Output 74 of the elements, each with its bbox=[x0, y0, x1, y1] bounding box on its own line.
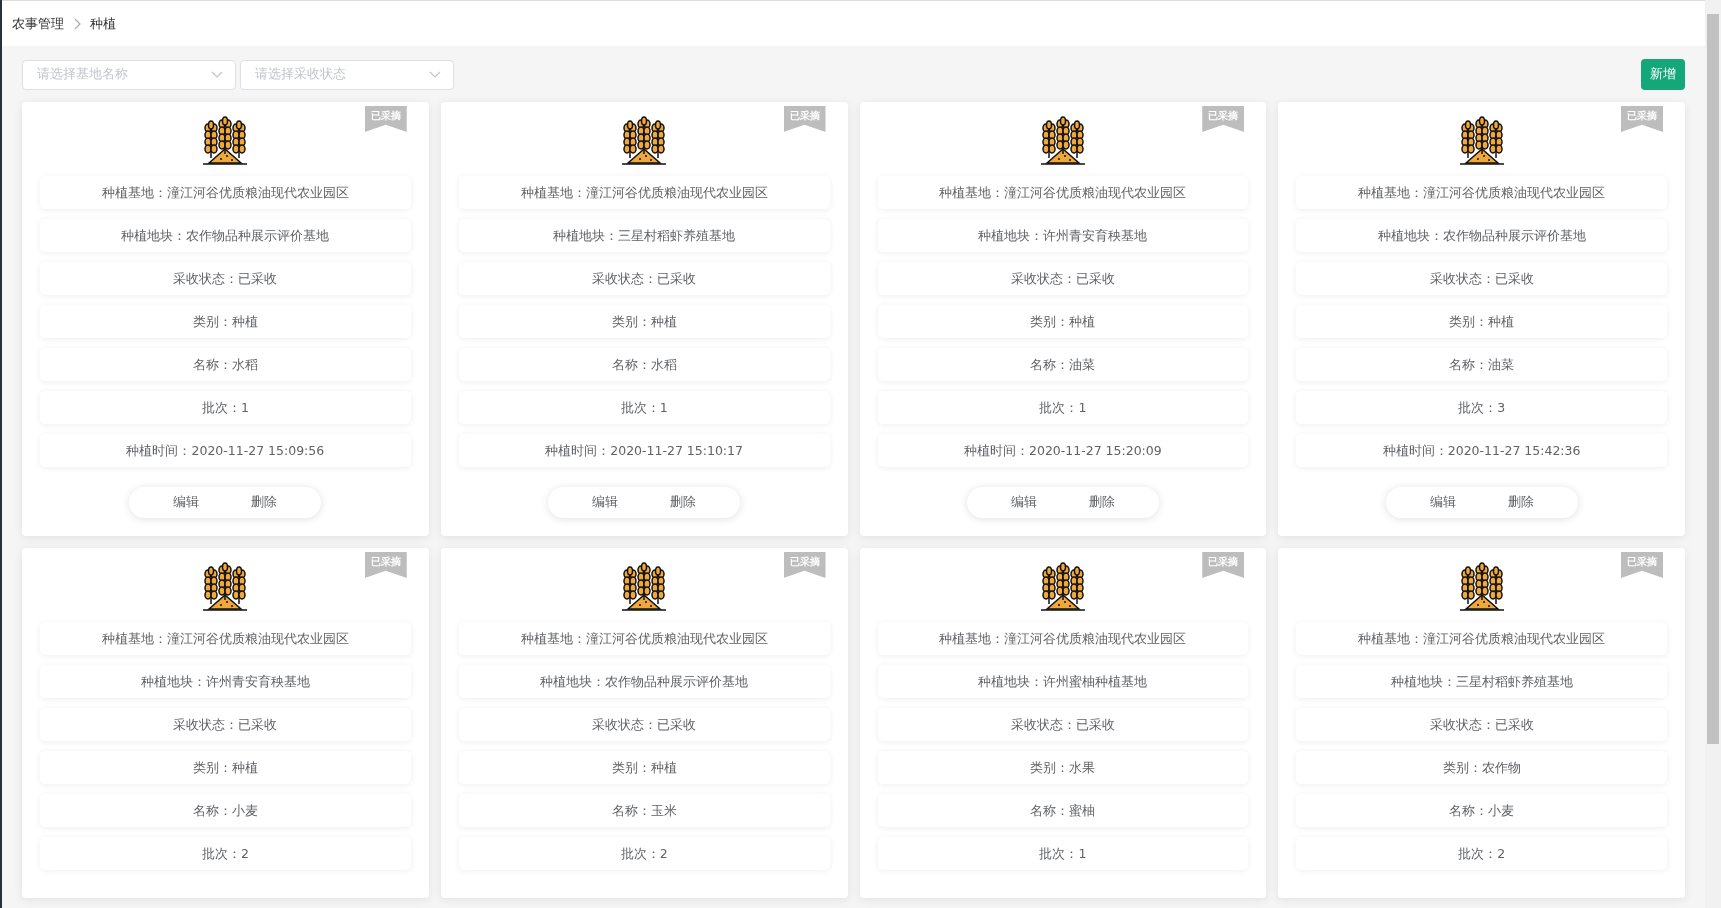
info-field: 类别：种植 bbox=[40, 305, 411, 338]
edit-button[interactable]: 编辑 bbox=[984, 487, 1063, 518]
status-ribbon: 已采摘 bbox=[783, 552, 826, 578]
info-field: 种植基地：潼江河谷优质粮油现代农业园区 bbox=[458, 176, 830, 209]
status-ribbon: 已采摘 bbox=[783, 106, 826, 132]
info-field: 名称：水稻 bbox=[40, 348, 411, 381]
info-field: 采收状态：已采收 bbox=[40, 708, 411, 741]
info-field: 名称：油菜 bbox=[877, 348, 1249, 381]
status-ribbon: 已采摘 bbox=[1621, 552, 1663, 578]
info-field: 种植基地：潼江河谷优质粮油现代农业园区 bbox=[40, 622, 411, 655]
info-field: 种植基地：潼江河谷优质粮油现代农业园区 bbox=[458, 622, 830, 655]
info-field: 种植地块：农作物品种展示评价基地 bbox=[1296, 219, 1667, 252]
info-field: 种植地块：农作物品种展示评价基地 bbox=[40, 219, 411, 252]
info-field: 批次：3 bbox=[1296, 391, 1667, 424]
info-field: 种植地块：农作物品种展示评价基地 bbox=[458, 665, 830, 698]
info-field: 采收状态：已采收 bbox=[1296, 708, 1667, 741]
info-field: 种植时间：2020-11-27 15:42:36 bbox=[1296, 434, 1667, 467]
info-field: 种植基地：潼江河谷优质粮油现代农业园区 bbox=[40, 176, 411, 209]
info-field: 种植基地：潼江河谷优质粮油现代农业园区 bbox=[1296, 176, 1667, 209]
delete-button[interactable]: 删除 bbox=[225, 487, 304, 518]
info-field: 种植地块：三星村稻虾养殖基地 bbox=[1296, 665, 1667, 698]
breadcrumb-item[interactable]: 农事管理 bbox=[12, 14, 64, 33]
delete-button[interactable]: 删除 bbox=[644, 487, 723, 518]
info-field: 批次：2 bbox=[458, 837, 830, 870]
info-field: 名称：小麦 bbox=[40, 794, 411, 827]
info-field: 种植时间：2020-11-27 15:20:09 bbox=[877, 434, 1249, 467]
info-field: 类别：种植 bbox=[458, 305, 830, 338]
delete-button[interactable]: 删除 bbox=[1062, 487, 1141, 518]
info-field: 类别：种植 bbox=[40, 751, 411, 784]
status-ribbon: 已采摘 bbox=[364, 106, 407, 132]
info-field: 类别：种植 bbox=[458, 751, 830, 784]
status-ribbon: 已采摘 bbox=[1202, 106, 1245, 132]
info-field: 类别：种植 bbox=[1296, 305, 1667, 338]
info-field: 种植基地：潼江河谷优质粮油现代农业园区 bbox=[1296, 622, 1667, 655]
info-field: 采收状态：已采收 bbox=[877, 262, 1249, 295]
info-field: 采收状态：已采收 bbox=[877, 708, 1249, 741]
info-field: 种植时间：2020-11-27 15:09:56 bbox=[40, 434, 411, 467]
info-field: 采收状态：已采收 bbox=[458, 708, 830, 741]
info-field: 类别：农作物 bbox=[1296, 751, 1667, 784]
info-field: 批次：1 bbox=[877, 391, 1249, 424]
info-field: 名称：蜜柚 bbox=[877, 794, 1249, 827]
status-ribbon: 已采摘 bbox=[364, 552, 407, 578]
status-ribbon: 已采摘 bbox=[1621, 106, 1663, 132]
chevron-right-icon bbox=[72, 17, 82, 30]
info-field: 种植基地：潼江河谷优质粮油现代农业园区 bbox=[877, 176, 1249, 209]
info-field: 批次：1 bbox=[40, 391, 411, 424]
info-field: 批次：2 bbox=[1296, 837, 1667, 870]
breadcrumb-item: 种植 bbox=[90, 14, 116, 33]
chevron-down-icon bbox=[211, 71, 223, 78]
info-field: 种植地块：许州青安育秧基地 bbox=[877, 219, 1249, 252]
info-field: 采收状态：已采收 bbox=[1296, 262, 1667, 295]
info-field: 采收状态：已采收 bbox=[40, 262, 411, 295]
info-field: 批次：1 bbox=[877, 837, 1249, 870]
info-field: 种植时间：2020-11-27 15:10:17 bbox=[458, 434, 830, 467]
chevron-down-icon bbox=[429, 71, 441, 78]
info-field: 种植地块：许州青安育秧基地 bbox=[40, 665, 411, 698]
info-field: 采收状态：已采收 bbox=[458, 262, 830, 295]
info-field: 类别：种植 bbox=[877, 305, 1249, 338]
info-field: 名称：水稻 bbox=[458, 348, 830, 381]
info-field: 批次：1 bbox=[458, 391, 830, 424]
edit-button[interactable]: 编辑 bbox=[566, 487, 645, 518]
status-ribbon: 已采摘 bbox=[1202, 552, 1245, 578]
scrollbar[interactable] bbox=[1705, 0, 1721, 908]
edit-button[interactable]: 编辑 bbox=[1403, 487, 1482, 518]
info-field: 名称：小麦 bbox=[1296, 794, 1667, 827]
info-field: 名称：油菜 bbox=[1296, 348, 1667, 381]
info-field: 种植基地：潼江河谷优质粮油现代农业园区 bbox=[877, 622, 1249, 655]
delete-button[interactable]: 删除 bbox=[1481, 487, 1560, 518]
info-field: 类别：水果 bbox=[877, 751, 1249, 784]
info-field: 种植地块：三星村稻虾养殖基地 bbox=[458, 219, 830, 252]
info-field: 种植地块：许州蜜柚种植基地 bbox=[877, 665, 1249, 698]
edit-button[interactable]: 编辑 bbox=[147, 487, 226, 518]
info-field: 名称：玉米 bbox=[458, 794, 830, 827]
info-field: 批次：2 bbox=[40, 837, 411, 870]
